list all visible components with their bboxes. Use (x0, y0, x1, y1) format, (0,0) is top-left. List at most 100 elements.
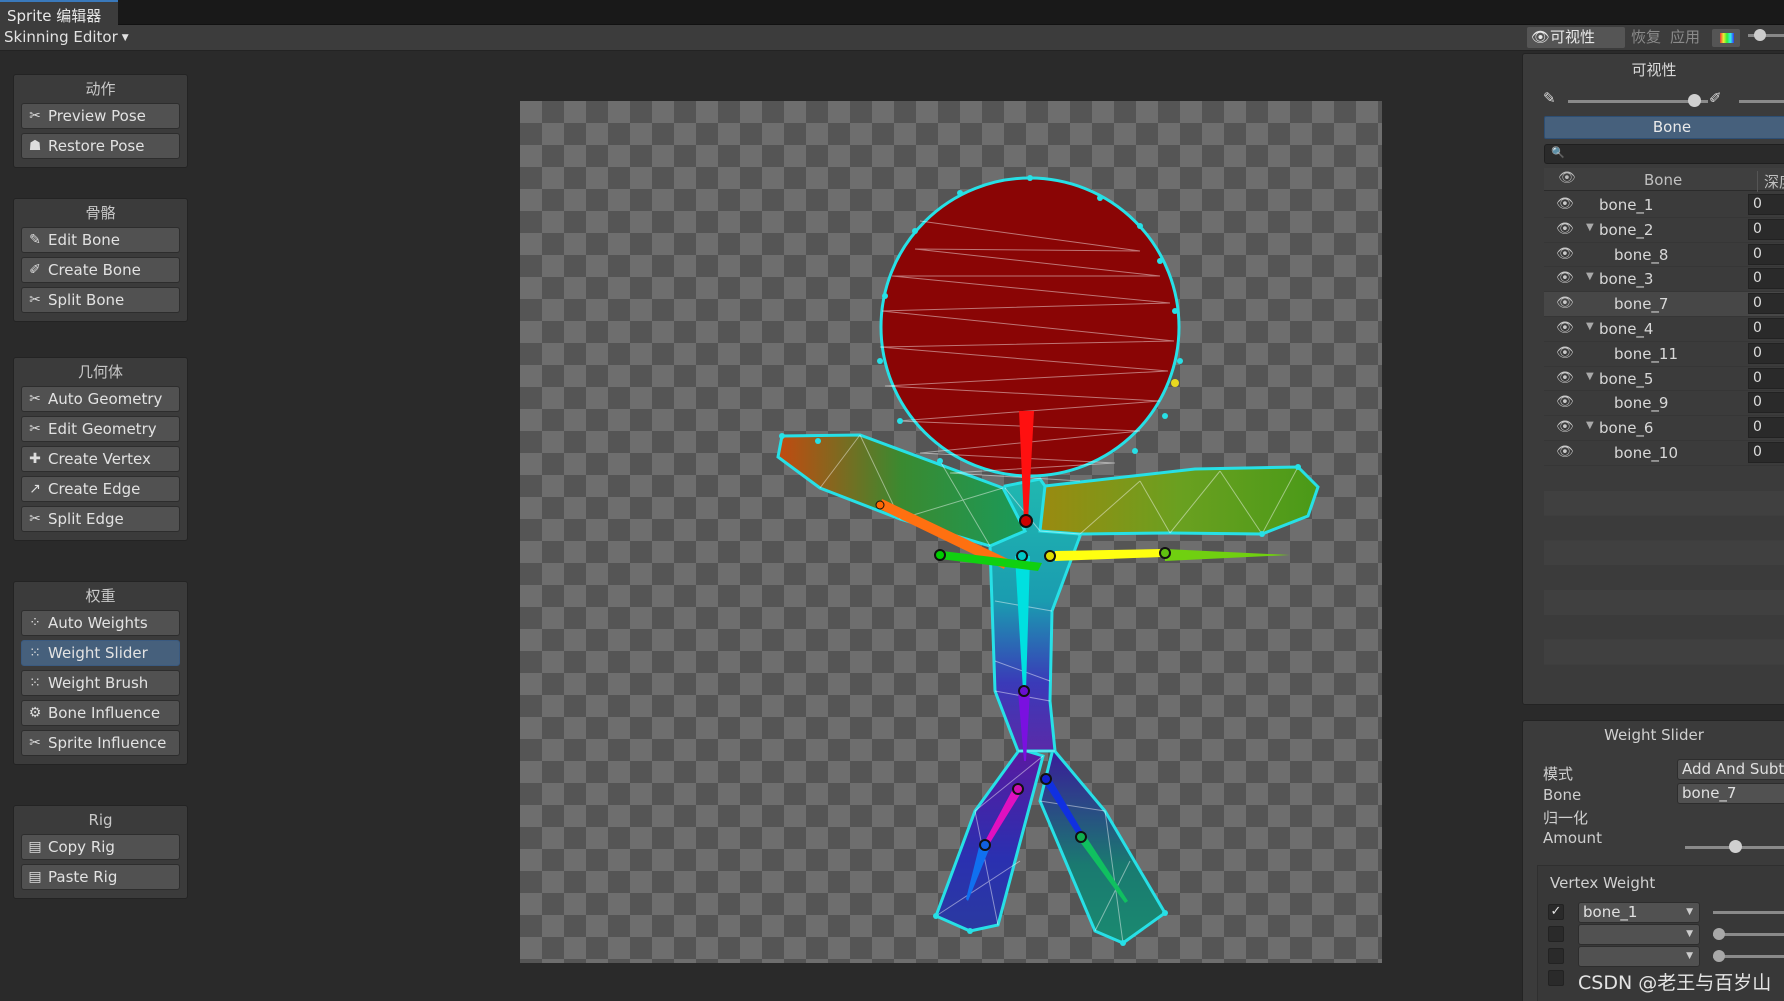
eye-icon[interactable]: 👁 (1556, 270, 1574, 286)
column-header-depth[interactable]: 深度 (1757, 171, 1784, 192)
bone-row[interactable]: 👁 bone_8 0 (1544, 242, 1784, 268)
eye-icon[interactable]: 👁 (1556, 345, 1574, 361)
visibility-toggle-button[interactable]: 👁可视性 (1527, 27, 1625, 48)
toolbar-slider-knob[interactable] (1754, 29, 1766, 41)
tab-bone[interactable]: Bone (1544, 116, 1784, 139)
bone-row[interactable]: 👁 bone_9 0 (1544, 391, 1784, 417)
auto-weights-button[interactable]: ⁘ Auto Weights (21, 610, 180, 636)
depth-field[interactable]: 0 (1748, 317, 1784, 339)
eye-icon[interactable]: 👁 (1556, 419, 1574, 435)
vertex-weight-checkbox[interactable] (1548, 970, 1564, 986)
bone-row[interactable]: 👁 bone_10 0 (1544, 440, 1784, 466)
chevron-down-icon: ▼ (1686, 951, 1693, 961)
eye-icon[interactable]: 👁 (1556, 221, 1574, 237)
bone-arm-r1 (1055, 549, 1162, 561)
depth-field[interactable]: 0 (1748, 342, 1784, 364)
vertex-weight-slider-knob[interactable] (1713, 950, 1725, 962)
split-edge-button[interactable]: ✂ Split Edge (21, 506, 180, 532)
bone-row[interactable]: 👁 bone_11 0 (1544, 341, 1784, 367)
weight-brush-button[interactable]: ⁙ Weight Brush (21, 670, 180, 696)
watermark: CSDN @老王与百岁山 (1578, 972, 1772, 994)
eye-icon[interactable]: 👁 (1556, 295, 1574, 311)
eye-icon[interactable]: 👁 (1558, 170, 1576, 186)
bone-influence-button[interactable]: ⚙ Bone Influence (21, 700, 180, 726)
split-bone-icon: ✂ (29, 292, 41, 308)
paste-rig-icon: ▤ (28, 869, 42, 885)
mode-dropdown[interactable]: Skinning Editor ▼ (4, 28, 129, 46)
column-header-bone[interactable]: Bone (1644, 171, 1682, 189)
bone-row[interactable]: 👁 ▼ bone_2 0 (1544, 217, 1784, 243)
restore-pose-button[interactable]: ☗ Restore Pose (21, 133, 180, 159)
auto-weights-icon: ⁘ (29, 615, 41, 631)
create-bone-button[interactable]: ✐ Create Bone (21, 257, 180, 283)
bone-field[interactable]: bone_7 (1677, 783, 1784, 804)
depth-field[interactable]: 0 (1748, 417, 1784, 439)
vertex-weight-bone-dropdown[interactable]: bone_1 ▼ (1578, 902, 1700, 923)
skinned-sprite[interactable] (520, 101, 1382, 963)
right-leg-mesh (1038, 745, 1167, 945)
color-spectrum-icon (1720, 33, 1734, 43)
edit-geometry-button[interactable]: ✂ Edit Geometry (21, 416, 180, 442)
expand-arrow-icon[interactable]: ▼ (1586, 321, 1594, 332)
eye-icon[interactable]: 👁 (1556, 196, 1574, 212)
create-vertex-button[interactable]: ✚ Create Vertex (21, 446, 180, 472)
expand-arrow-icon[interactable]: ▼ (1586, 420, 1594, 431)
window-tab[interactable]: Sprite 编辑器 (0, 0, 118, 26)
tool-button-label: Split Bone (48, 291, 125, 309)
vertex-weight-checkbox[interactable]: ✓ (1548, 904, 1564, 920)
depth-field[interactable]: 0 (1748, 367, 1784, 389)
weight-slider-button[interactable]: ⁙ Weight Slider (21, 640, 180, 666)
secondary-slider-track[interactable] (1739, 100, 1784, 103)
geometry-panel: 几何体 ✂ Auto Geometry ✂ Edit Geometry ✚ Create V… (13, 357, 188, 541)
bone-row[interactable]: 👁 ▼ bone_4 0 (1544, 316, 1784, 342)
rig-panel: Rig ▤ Copy Rig ▤ Paste Rig (13, 805, 188, 899)
mode-dropdown[interactable]: Add And Subtract (1677, 759, 1784, 780)
split-bone-button[interactable]: ✂ Split Bone (21, 287, 180, 313)
tool-button-label: Restore Pose (48, 137, 145, 155)
copy-rig-button[interactable]: ▤ Copy Rig (21, 834, 180, 860)
expand-arrow-icon[interactable]: ▼ (1586, 371, 1594, 382)
search-icon: 🔍 (1551, 146, 1565, 159)
visibility-panel: 可视性 ✎ ✐ Bone 🔍 👁 Bone 深度 👁bone_10👁▼bone_… (1522, 53, 1784, 705)
vertex-weight-slider-knob[interactable] (1713, 928, 1725, 940)
depth-field[interactable]: 0 (1748, 194, 1784, 215)
depth-field[interactable]: 0 (1748, 392, 1784, 414)
eye-icon[interactable]: 👁 (1556, 394, 1574, 410)
eye-icon[interactable]: 👁 (1556, 320, 1574, 336)
vertex-weight-slider-track[interactable] (1713, 911, 1784, 914)
eye-icon[interactable]: 👁 (1556, 246, 1574, 262)
bone-row[interactable]: 👁 bone_7 0 (1544, 292, 1784, 317)
bone-row[interactable]: 👁 ▼ bone_5 0 (1544, 366, 1784, 392)
auto-geometry-button[interactable]: ✂ Auto Geometry (21, 386, 180, 412)
color-toggle-button[interactable] (1712, 29, 1740, 47)
expand-arrow-icon[interactable]: ▼ (1586, 271, 1594, 282)
vertex-weight-checkbox[interactable] (1548, 948, 1564, 964)
expand-arrow-icon[interactable]: ▼ (1586, 222, 1594, 233)
apply-button[interactable]: 应用 (1666, 27, 1706, 48)
bone-row[interactable]: 👁 ▼ bone_3 0 (1544, 267, 1784, 293)
opacity-slider-track[interactable] (1568, 100, 1708, 103)
restore-button[interactable]: 恢复 (1627, 27, 1666, 48)
bone-row[interactable]: 👁 bone_1 0 (1544, 193, 1784, 218)
depth-field[interactable]: 0 (1748, 243, 1784, 265)
create-edge-button[interactable]: ↗ Create Edge (21, 476, 180, 502)
eye-icon[interactable]: 👁 (1556, 370, 1574, 386)
bones-panel: 骨骼 ✎ Edit Bone ✐ Create Bone ✂ Split Bone (13, 198, 188, 322)
vertex-weight-bone-dropdown[interactable]: ▼ (1578, 946, 1700, 967)
depth-field[interactable]: 0 (1748, 441, 1784, 463)
bone-search-input[interactable]: 🔍 (1544, 144, 1784, 164)
paste-rig-button[interactable]: ▤ Paste Rig (21, 864, 180, 890)
depth-field[interactable]: 0 (1748, 218, 1784, 240)
vertex-weight-bone-dropdown[interactable]: ▼ (1578, 924, 1700, 945)
amount-slider-knob[interactable] (1728, 840, 1742, 853)
bone-row[interactable]: 👁 ▼ bone_6 0 (1544, 416, 1784, 441)
edit-bone-button[interactable]: ✎ Edit Bone (21, 227, 180, 253)
eye-icon[interactable]: 👁 (1556, 444, 1574, 460)
vertex-weight-checkbox[interactable] (1548, 926, 1564, 942)
bone-list-empty-area (1544, 466, 1784, 686)
sprite-influence-button[interactable]: ✂ Sprite Influence (21, 730, 180, 756)
depth-field[interactable]: 0 (1748, 293, 1784, 315)
opacity-slider-knob[interactable] (1688, 94, 1701, 107)
depth-field[interactable]: 0 (1748, 268, 1784, 290)
preview-pose-button[interactable]: ✂ Preview Pose (21, 103, 180, 129)
